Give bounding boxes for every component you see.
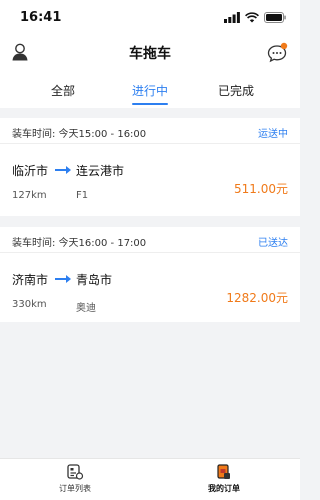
route: 临沂市 连云港市 bbox=[12, 162, 124, 178]
status-icons bbox=[224, 11, 286, 23]
load-time: 装车时间: 今天16:00 - 17:00 bbox=[12, 238, 147, 249]
tab-completed[interactable]: 已完成 bbox=[186, 82, 286, 99]
distance: 127km bbox=[12, 190, 47, 201]
status-bar: 16:41 bbox=[0, 0, 300, 34]
vehicle: F1 bbox=[76, 190, 89, 201]
signal-icon bbox=[224, 11, 240, 23]
origin-city: 临沂市 bbox=[12, 163, 49, 178]
order-price: 1282.00元 bbox=[226, 291, 288, 305]
order-list-icon bbox=[67, 464, 84, 480]
arrow-right-icon bbox=[55, 275, 72, 283]
tab-all[interactable]: 全部 bbox=[13, 82, 113, 99]
distance: 330km bbox=[12, 299, 47, 310]
tab-order-list[interactable]: 订单列表 bbox=[35, 463, 115, 494]
tab-order-list-label: 订单列表 bbox=[59, 484, 91, 493]
order-card[interactable]: 装车时间: 今天16:00 - 17:00 已送达 济南市 青岛市 1282.0… bbox=[0, 227, 300, 322]
order-status: 已送达 bbox=[258, 238, 288, 249]
order-card-header: 装车时间: 今天16:00 - 17:00 已送达 bbox=[0, 227, 300, 253]
order-price: 511.00元 bbox=[234, 182, 288, 196]
destination-city: 连云港市 bbox=[76, 163, 125, 178]
tab-my-orders-label: 我的订单 bbox=[208, 484, 240, 493]
my-orders-icon bbox=[217, 464, 230, 479]
status-time: 16:41 bbox=[20, 10, 62, 25]
order-card[interactable]: 装车时间: 今天15:00 - 16:00 运送中 临沂市 连云港市 511.0… bbox=[0, 118, 300, 216]
navbar: 车拖车 bbox=[0, 34, 300, 72]
order-card-header: 装车时间: 今天15:00 - 16:00 运送中 bbox=[0, 118, 300, 144]
order-status: 运送中 bbox=[258, 129, 288, 140]
route: 济南市 青岛市 bbox=[12, 271, 112, 287]
bottom-tab-bar: 订单列表 我的订单 bbox=[0, 458, 300, 500]
battery-icon bbox=[264, 11, 286, 23]
vehicle: 奥迪 bbox=[76, 303, 96, 314]
tab-my-orders[interactable]: 我的订单 bbox=[184, 463, 264, 494]
message-icon[interactable] bbox=[266, 42, 288, 64]
load-time: 装车时间: 今天15:00 - 16:00 bbox=[12, 129, 147, 140]
tab-in-progress[interactable]: 进行中 bbox=[100, 82, 200, 99]
page-title: 车拖车 bbox=[129, 46, 171, 62]
destination-city: 青岛市 bbox=[76, 272, 113, 287]
order-tabs: 全部 进行中 已完成 bbox=[0, 72, 300, 108]
wifi-icon bbox=[245, 11, 259, 22]
active-tab-indicator bbox=[132, 103, 168, 105]
notification-badge bbox=[280, 42, 288, 50]
arrow-right-icon bbox=[55, 166, 72, 174]
origin-city: 济南市 bbox=[12, 272, 49, 287]
